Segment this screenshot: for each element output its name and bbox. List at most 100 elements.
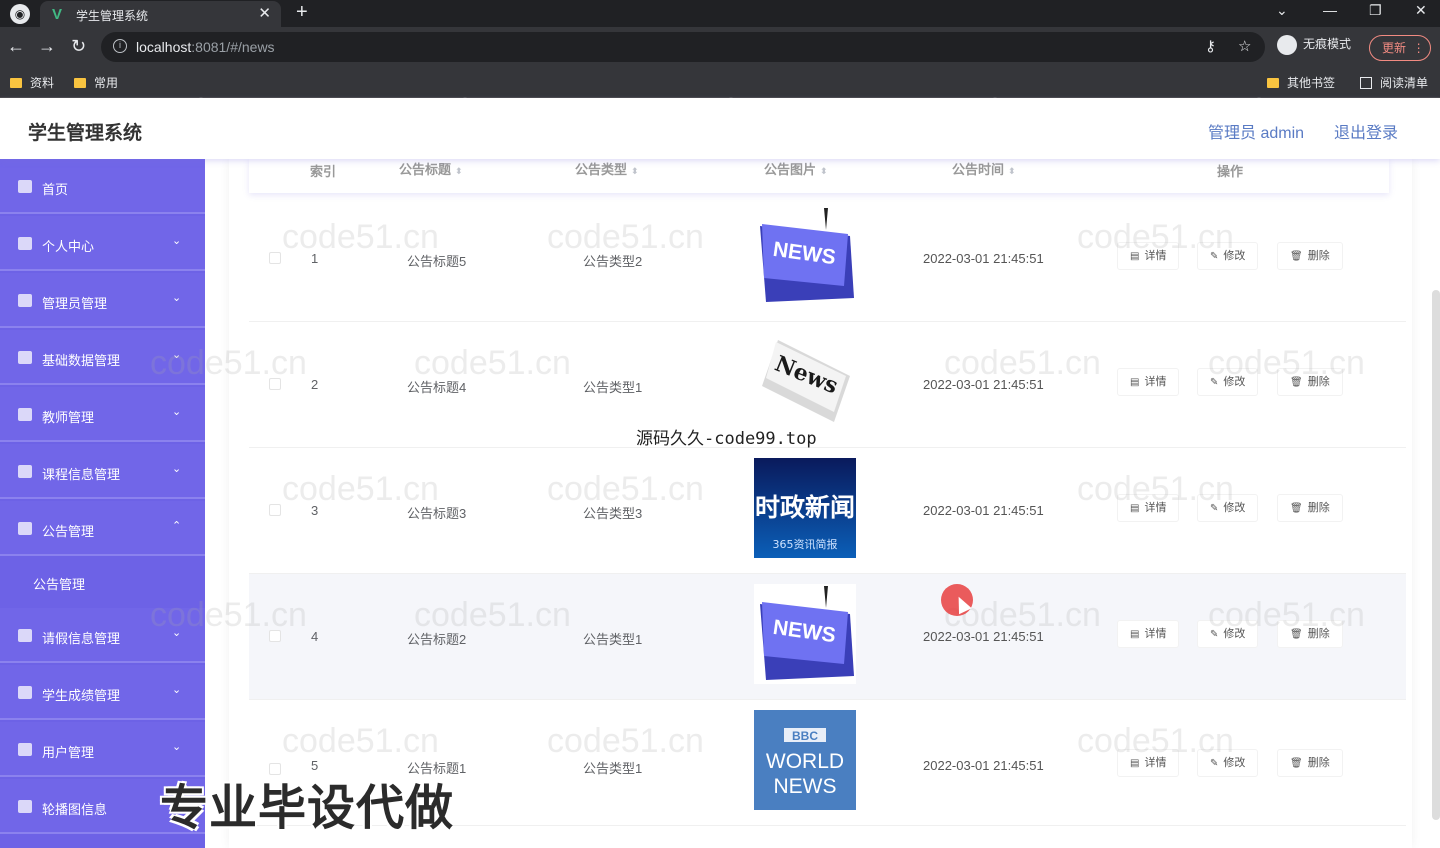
browser-tab[interactable]: V 学生管理系统 ✕ xyxy=(40,1,281,27)
delete-button[interactable]: 🗑 删除 xyxy=(1277,620,1343,648)
close-window-icon[interactable]: ✕ xyxy=(1415,2,1427,19)
bookmark-folder[interactable]: 常用 xyxy=(74,74,118,91)
sidebar-item-label: 公告管理 xyxy=(42,524,95,539)
grid-icon xyxy=(18,351,32,364)
browser-menu-icon[interactable]: ◉ xyxy=(10,4,30,24)
close-tab-icon[interactable]: ✕ xyxy=(258,4,271,22)
delete-button[interactable]: 🗑 删除 xyxy=(1277,494,1343,522)
cell-time: 2022-03-01 21:45:51 xyxy=(923,503,1044,518)
site-info-icon[interactable]: i xyxy=(113,39,127,53)
menu-icon xyxy=(18,800,32,813)
reading-list[interactable]: 阅读清单 xyxy=(1360,74,1428,91)
sidebar-item-leave[interactable]: 请假信息管理 ⌄ xyxy=(0,608,205,663)
logout-link[interactable]: 退出登录 xyxy=(1334,119,1398,143)
sidebar-item-home[interactable]: 首页 xyxy=(0,159,205,214)
sort-icon[interactable]: ⬍ xyxy=(820,166,828,176)
svg-text:365资讯简报: 365资讯简报 xyxy=(773,537,838,551)
chevron-down-icon: ⌄ xyxy=(172,463,182,475)
minimize-icon[interactable]: — xyxy=(1323,2,1337,18)
current-user[interactable]: 管理员 admin xyxy=(1208,119,1304,143)
sort-icon[interactable]: ⬍ xyxy=(631,166,639,176)
detail-button[interactable]: ▤ 详情 xyxy=(1117,242,1180,270)
incognito-icon xyxy=(1277,35,1297,55)
row-checkbox[interactable] xyxy=(269,630,281,642)
table-row: 4 公告标题2 公告类型1 NEWS 2022-03-01 21:45:51 ▤… xyxy=(249,574,1406,700)
detail-button[interactable]: ▤ 详情 xyxy=(1117,494,1180,522)
sidebar-item-course[interactable]: 课程信息管理 ⌄ xyxy=(0,444,205,499)
sidebar: 首页 个人中心 ⌄ 管理员管理 ⌄ 基础数据管理 ⌄ 教师管理 ⌄ 课程信息管理… xyxy=(0,159,205,848)
user-icon xyxy=(18,465,32,478)
url-field[interactable]: i localhost:8081/#/news ⚷ ☆ xyxy=(101,32,1265,62)
sort-icon[interactable]: ⬍ xyxy=(455,166,463,176)
svg-text:BBC: BBC xyxy=(792,729,818,743)
restore-icon[interactable]: ❐ xyxy=(1369,2,1382,19)
other-bookmarks[interactable]: 其他书签 xyxy=(1267,74,1335,91)
delete-button[interactable]: 🗑 删除 xyxy=(1277,749,1343,777)
trash-icon: 🗑 xyxy=(1290,377,1303,388)
sidebar-item-admin[interactable]: 管理员管理 ⌄ xyxy=(0,273,205,328)
chevron-down-icon: ⌄ xyxy=(172,627,182,639)
sidebar-item-notice[interactable]: 公告管理 ⌃ xyxy=(0,501,205,556)
pencil-icon: ✎ xyxy=(1210,503,1219,514)
detail-button[interactable]: ▤ 详情 xyxy=(1117,620,1180,648)
cell-time: 2022-03-01 21:45:51 xyxy=(923,377,1044,392)
column-header[interactable]: 公告时间 ⬍ xyxy=(952,159,1016,178)
new-tab-icon[interactable]: + xyxy=(296,1,308,24)
edit-button[interactable]: ✎ 修改 xyxy=(1197,620,1259,648)
sidebar-subitem-label: 公告管理 xyxy=(33,577,86,592)
column-header[interactable]: 公告图片 ⬍ xyxy=(764,159,828,178)
pencil-icon: ✎ xyxy=(1210,377,1219,388)
reload-icon[interactable]: ↻ xyxy=(71,36,86,57)
delete-button[interactable]: 🗑 删除 xyxy=(1277,242,1343,270)
back-icon[interactable]: ← xyxy=(7,36,25,57)
column-header[interactable]: 公告类型 ⬍ xyxy=(575,159,639,178)
sidebar-item-label: 课程信息管理 xyxy=(42,467,121,482)
chevron-down-icon: ⌄ xyxy=(172,292,182,304)
delete-button[interactable]: 🗑 删除 xyxy=(1277,368,1343,396)
forward-icon[interactable]: → xyxy=(38,36,56,57)
star-icon[interactable]: ☆ xyxy=(1238,37,1251,55)
chevron-down-icon: ⌄ xyxy=(172,349,182,361)
page-scrollbar[interactable] xyxy=(1432,290,1440,820)
trash-icon: 🗑 xyxy=(1290,758,1303,769)
app-title: 学生管理系统 xyxy=(28,123,143,144)
pencil-icon: ✎ xyxy=(1210,251,1219,262)
sort-icon[interactable]: ⬍ xyxy=(1008,166,1016,176)
edit-button[interactable]: ✎ 修改 xyxy=(1197,368,1259,396)
bookmark-folder[interactable]: 资料 xyxy=(10,74,54,91)
list-icon xyxy=(18,629,32,642)
row-checkbox[interactable] xyxy=(269,252,281,264)
sidebar-item-personal-center[interactable]: 个人中心 ⌄ xyxy=(0,216,205,271)
chevron-up-icon: ⌃ xyxy=(172,520,182,532)
sidebar-item-basic-data[interactable]: 基础数据管理 ⌄ xyxy=(0,330,205,385)
app-header: 学生管理系统 管理员 admin 退出登录 xyxy=(0,98,1440,159)
chevron-down-icon: ⌄ xyxy=(172,406,182,418)
edit-button[interactable]: ✎ 修改 xyxy=(1197,494,1259,522)
notice-table: 索引 公告标题 ⬍ 公告类型 ⬍ 公告图片 ⬍ 公告时间 ⬍ 操作 1 公告标题5 公告… xyxy=(229,159,1412,848)
row-checkbox[interactable] xyxy=(269,378,281,390)
edit-button[interactable]: ✎ 修改 xyxy=(1197,242,1259,270)
detail-button[interactable]: ▤ 详情 xyxy=(1117,368,1180,396)
sidebar-item-teacher[interactable]: 教师管理 ⌄ xyxy=(0,387,205,442)
edit-button[interactable]: ✎ 修改 xyxy=(1197,749,1259,777)
detail-button[interactable]: ▤ 详情 xyxy=(1117,749,1180,777)
column-header[interactable]: 公告标题 ⬍ xyxy=(399,159,463,178)
cell-type: 公告类型2 xyxy=(583,254,643,269)
cell-time: 2022-03-01 21:45:51 xyxy=(923,251,1044,266)
row-checkbox[interactable] xyxy=(269,504,281,516)
cell-index: 3 xyxy=(311,503,319,518)
update-button[interactable]: 更新 ⋮ xyxy=(1369,35,1431,61)
cell-index: 1 xyxy=(311,251,319,266)
sidebar-subitem-notice-manage[interactable]: 公告管理 xyxy=(0,558,205,608)
chevron-down-icon: ⌄ xyxy=(172,741,182,753)
shizheng-news-image: 时政新闻 365资讯简报 xyxy=(754,458,856,558)
sidebar-item-label: 个人中心 xyxy=(42,239,95,254)
news-keyboard-image: NEWS xyxy=(754,206,856,306)
svg-text:NEWS: NEWS xyxy=(774,775,837,798)
vue-favicon-icon: V xyxy=(52,6,63,23)
table-row: 2 公告标题4 公告类型1 News 2022-03-01 21:45:51 ▤… xyxy=(249,322,1406,448)
user-icon xyxy=(18,237,32,250)
key-icon[interactable]: ⚷ xyxy=(1205,37,1216,55)
sidebar-item-grades[interactable]: 学生成绩管理 ⌄ xyxy=(0,665,205,720)
tab-search-icon[interactable]: ⌄ xyxy=(1276,2,1288,19)
